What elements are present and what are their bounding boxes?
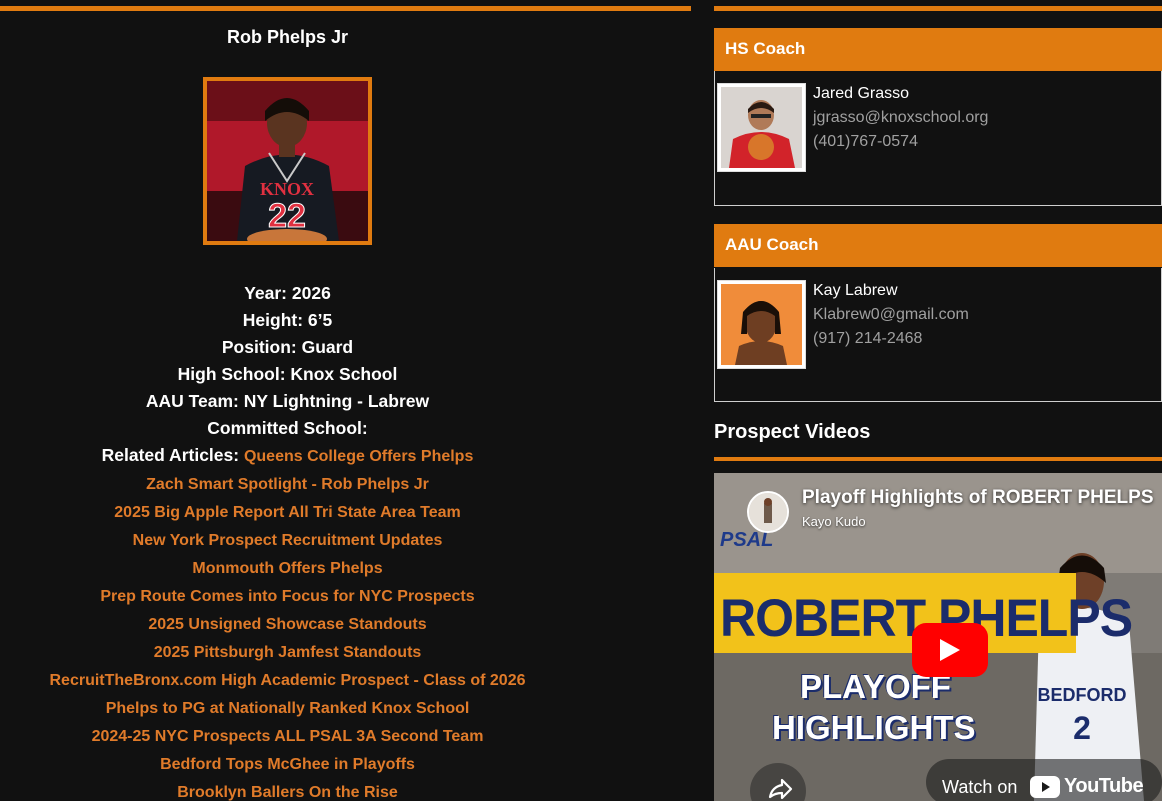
article-row: Prep Route Comes into Focus for NYC Pros…: [0, 582, 575, 610]
article-link[interactable]: 2025 Big Apple Report All Tri State Area…: [114, 504, 460, 521]
video-channel[interactable]: Kayo Kudo: [802, 514, 866, 529]
jersey-text: KNOX: [260, 179, 314, 199]
thumbnail-jersey-number: 2: [1073, 710, 1091, 746]
article-row: Brooklyn Ballers On the Rise: [0, 778, 575, 801]
related-articles-row: Related Articles: Queens College Offers …: [0, 442, 575, 470]
article-link[interactable]: Monmouth Offers Phelps: [192, 560, 382, 577]
hs-coach-email[interactable]: jgrasso@knoxschool.org: [813, 109, 988, 127]
channel-avatar[interactable]: [747, 491, 789, 533]
article-row: New York Prospect Recruitment Updates: [0, 526, 575, 554]
aau-coach-name: Kay Labrew: [813, 282, 898, 299]
position-value: Guard: [301, 337, 354, 357]
year-row: Year: 2026: [244, 283, 331, 303]
hs-coach-photo: [717, 83, 806, 172]
hs-coach-phone: (401)767-0574: [813, 133, 918, 150]
hs-coach-heading: HS Coach: [714, 28, 1162, 71]
aau-coach-heading: AAU Coach: [714, 224, 1162, 267]
aau-coach-phone: (917) 214-2468: [813, 330, 923, 347]
article-row: Phelps to PG at Nationally Ranked Knox S…: [0, 694, 575, 722]
school-row: High School: Knox School: [177, 364, 398, 384]
player-profile: Rob Phelps Jr KNOX 22 Year: 2026 Height:…: [0, 0, 691, 801]
article-row: Zach Smart Spotlight - Rob Phelps Jr: [0, 470, 575, 498]
divider: [714, 457, 1162, 461]
player-name: Rob Phelps Jr: [226, 27, 349, 47]
video-title[interactable]: Playoff Highlights of ROBERT PHELPS: [802, 487, 1154, 509]
article-link[interactable]: 2025 Pittsburgh Jamfest Standouts: [154, 644, 422, 661]
coach-photo-image: [721, 87, 802, 168]
article-link[interactable]: 2025 Unsigned Showcase Standouts: [148, 616, 426, 633]
article-link[interactable]: Phelps to PG at Nationally Ranked Knox S…: [106, 700, 470, 717]
hs-coach-card: Jared Grasso jgrasso@knoxschool.org (401…: [714, 71, 1162, 206]
thumbnail-jersey-text: BEDFORD: [1038, 685, 1127, 705]
article-link[interactable]: RecruitTheBronx.com High Academic Prospe…: [50, 672, 526, 689]
article-link[interactable]: Queens College Offers Phelps: [244, 448, 473, 465]
article-link[interactable]: Brooklyn Ballers On the Rise: [177, 784, 398, 801]
hs-coach-name: Jared Grasso: [813, 85, 910, 102]
article-link[interactable]: Bedford Tops McGhee in Playoffs: [160, 756, 415, 773]
height-value: 6’5: [307, 310, 333, 330]
player-info: Year: 2026 Height: 6’5 Position: Guard H…: [0, 280, 575, 801]
channel-avatar-image: [749, 493, 787, 531]
watch-on-label: Watch on: [942, 777, 1018, 797]
article-row: 2024-25 NYC Prospects ALL PSAL 3A Second…: [0, 722, 575, 750]
divider: [714, 6, 1162, 11]
divider: [0, 6, 691, 11]
coach-photo-image: [721, 284, 802, 365]
youtube-icon: [1030, 776, 1060, 798]
article-row: RecruitTheBronx.com High Academic Prospe…: [0, 666, 575, 694]
article-link[interactable]: 2024-25 NYC Prospects ALL PSAL 3A Second…: [92, 728, 484, 745]
player-photo-image: KNOX 22: [207, 81, 368, 241]
article-link[interactable]: Prep Route Comes into Focus for NYC Pros…: [100, 588, 474, 605]
aau-row: AAU Team: NY Lightning - Labrew: [145, 391, 430, 411]
aau-coach-card: Kay Labrew Klabrew0@gmail.com (917) 214-…: [714, 268, 1162, 402]
article-row: 2025 Big Apple Report All Tri State Area…: [0, 498, 575, 526]
sidebar: HS Coach Jared Grasso jgrasso@knoxschool…: [714, 0, 1162, 801]
video-player[interactable]: BEDFORD 2 PSAL ROBERT PHELPS PLAYOFF HIG…: [714, 473, 1162, 801]
thumbnail-line-2: HIGHLIGHTS: [772, 709, 976, 746]
related-articles-label: Related Articles:: [101, 445, 244, 465]
height-row: Height: 6’5: [242, 310, 333, 330]
aau-value: NY Lightning - Labrew: [243, 391, 430, 411]
play-icon: [940, 639, 960, 661]
year-value: 2026: [291, 283, 331, 303]
aau-coach-photo: [717, 280, 806, 369]
share-button[interactable]: [750, 763, 806, 801]
school-value: Knox School: [290, 364, 398, 384]
prospect-videos-heading: Prospect Videos: [714, 421, 871, 443]
player-photo: KNOX 22: [203, 77, 372, 245]
article-row: Monmouth Offers Phelps: [0, 554, 575, 582]
article-link[interactable]: Zach Smart Spotlight - Rob Phelps Jr: [146, 476, 429, 493]
article-row: 2025 Unsigned Showcase Standouts: [0, 610, 575, 638]
article-row: Bedford Tops McGhee in Playoffs: [0, 750, 575, 778]
position-row: Position: Guard: [221, 337, 354, 357]
youtube-wordmark: YouTube: [1064, 775, 1144, 797]
committed-row: Committed School:: [207, 418, 368, 438]
play-button[interactable]: [912, 623, 988, 677]
article-link[interactable]: New York Prospect Recruitment Updates: [133, 532, 443, 549]
share-icon: [768, 778, 793, 800]
article-row: 2025 Pittsburgh Jamfest Standouts: [0, 638, 575, 666]
aau-coach-email[interactable]: Klabrew0@gmail.com: [813, 306, 969, 324]
